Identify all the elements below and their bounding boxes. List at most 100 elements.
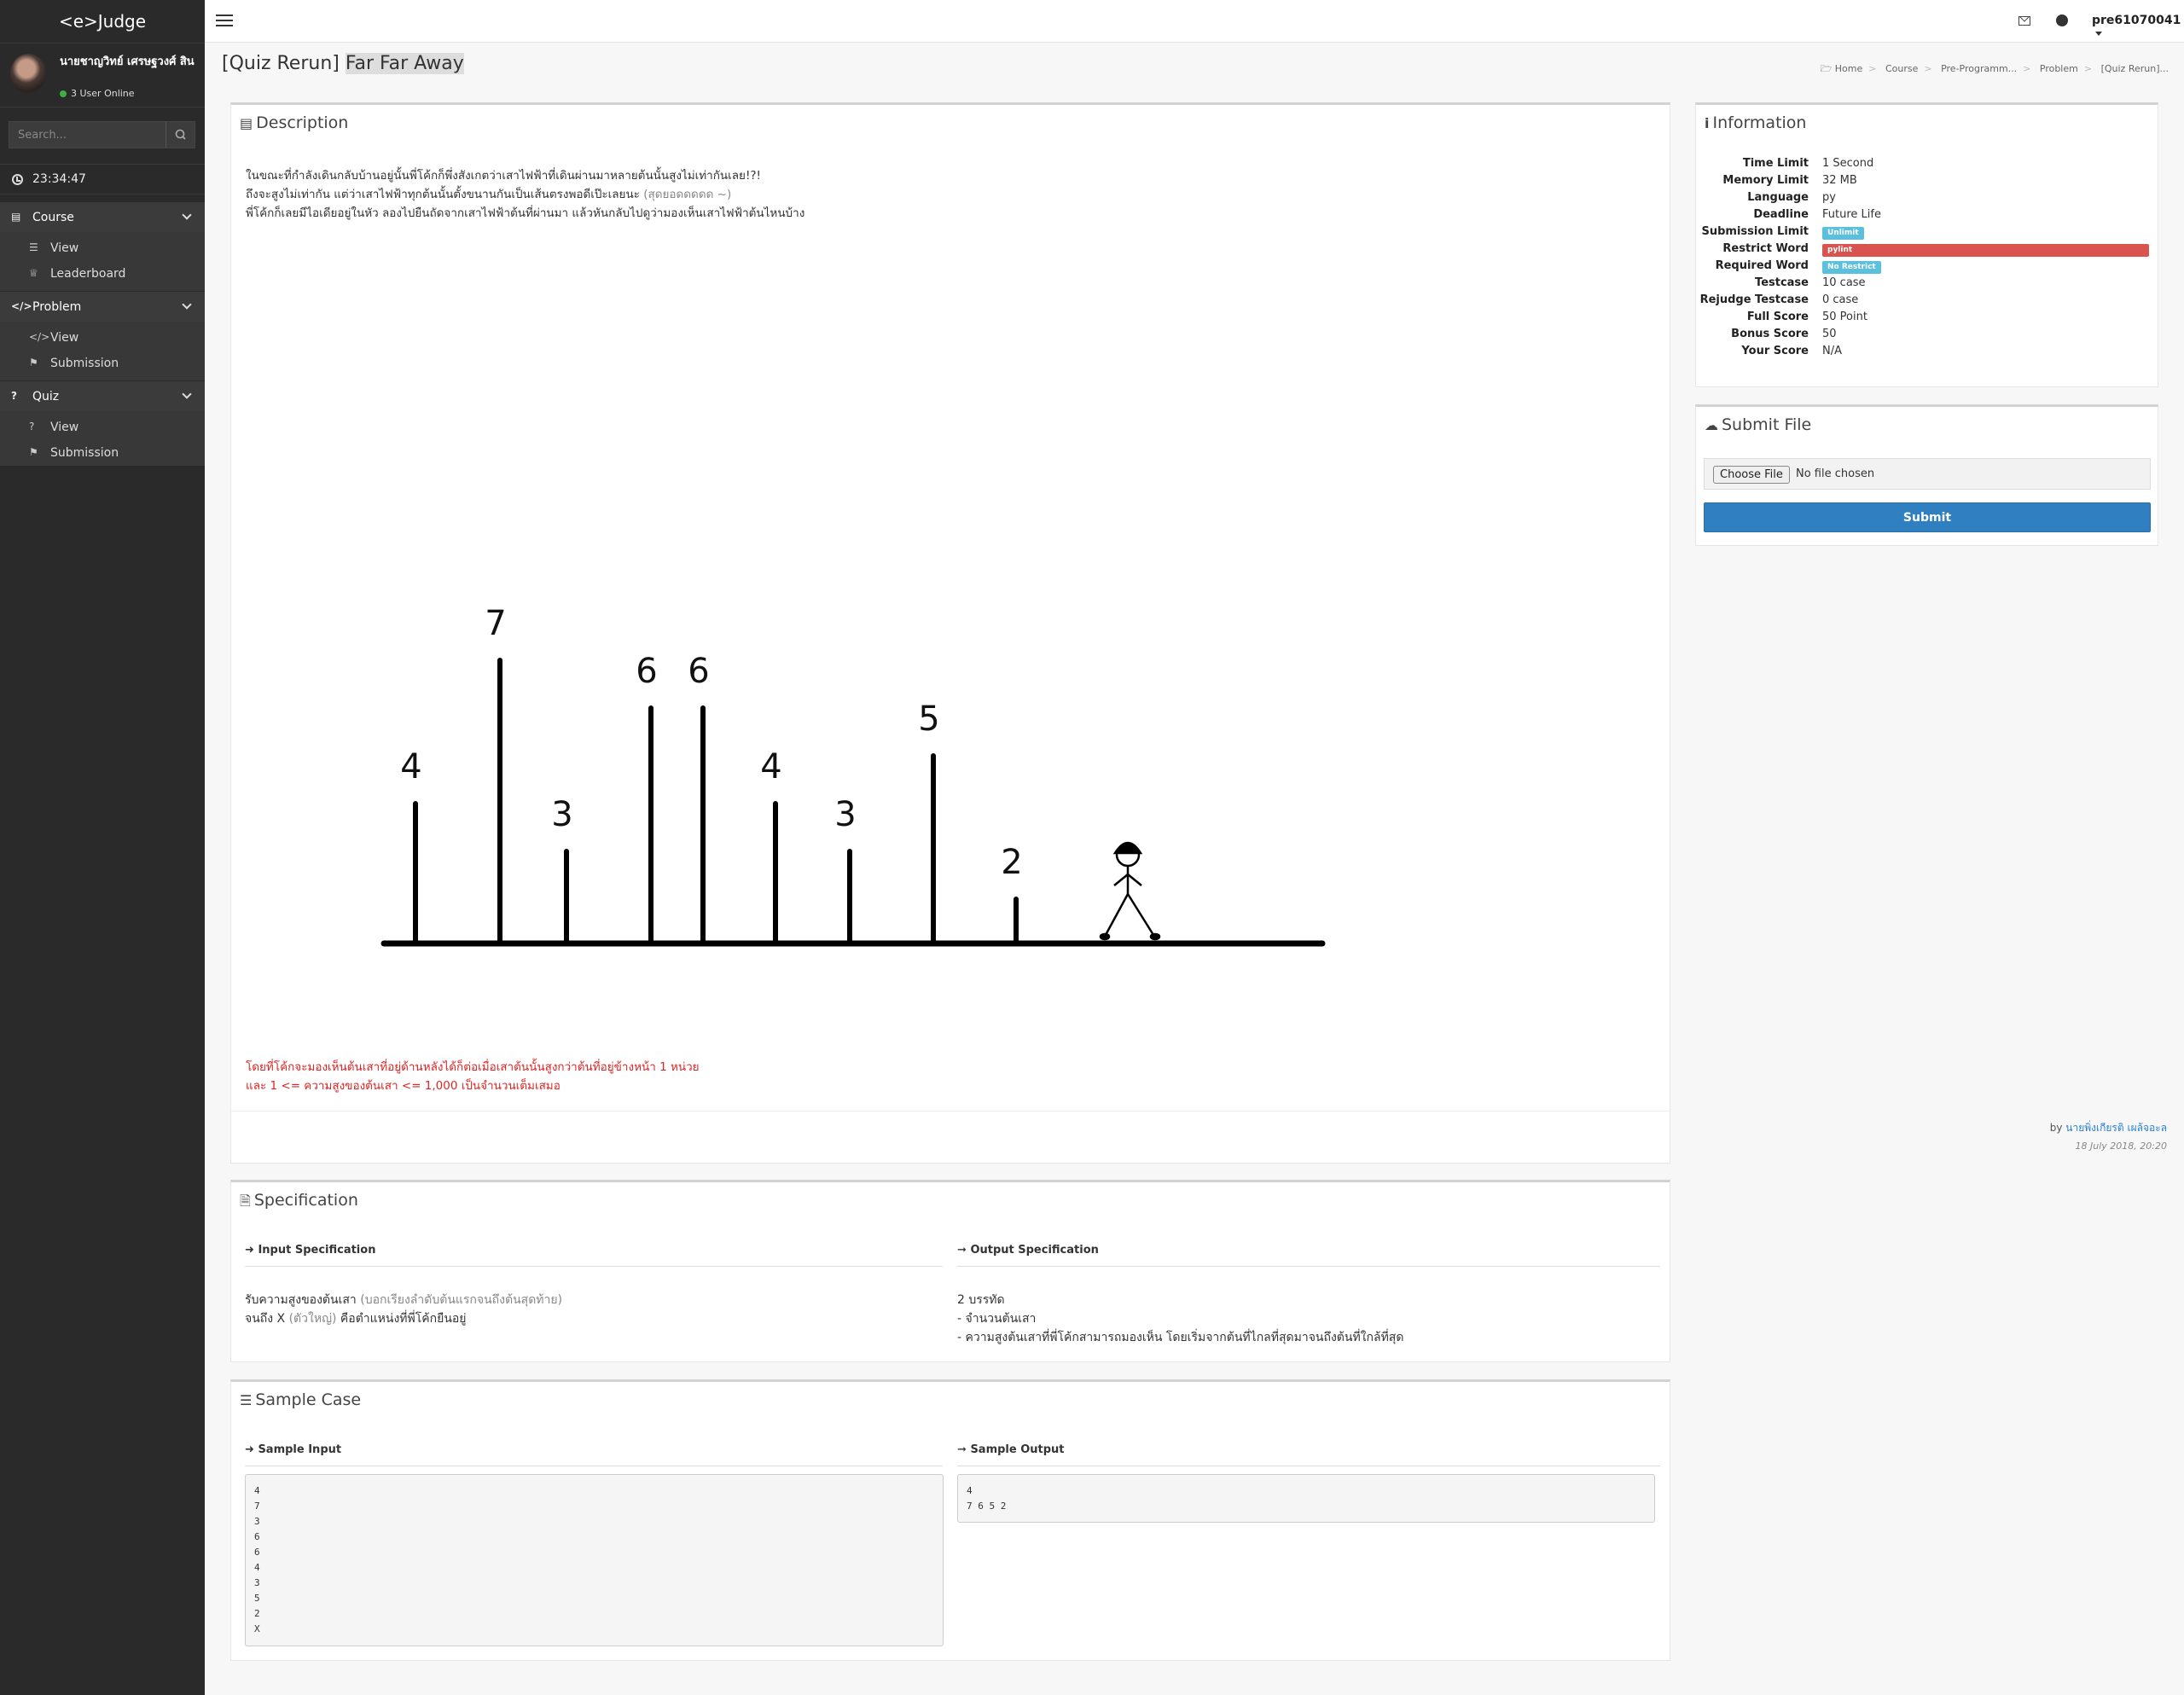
submit-button[interactable]: Submit (1704, 502, 2151, 532)
pole-height-label: 3 (551, 795, 572, 834)
specification-panel: 🗎 Specification (230, 1180, 1670, 1362)
breadcrumb-course-name[interactable]: Pre-Programm... (1941, 63, 2017, 74)
avatar (10, 54, 46, 93)
info-value: N/A (1822, 345, 1842, 357)
breadcrumb-problem[interactable]: Problem (2040, 63, 2078, 74)
sidebar-item-course-view[interactable]: ☰ View (0, 235, 205, 261)
search-button[interactable] (166, 122, 195, 148)
sample-case-title: ☰ Sample Case (240, 1390, 362, 1409)
output-spec-heading: ➞ Output Specification (957, 1244, 1099, 1257)
breadcrumb-current: [Quiz Rerun]... (2100, 63, 2169, 74)
file-input[interactable]: Choose File No file chosen (1704, 458, 2151, 490)
choose-file-button[interactable]: Choose File (1713, 466, 1790, 484)
pole-height-label: 6 (636, 652, 657, 691)
information-title: i Information (1705, 113, 1807, 132)
submit-file-title: ☁ Submit File (1705, 415, 1812, 434)
info-row: Testcase 10 case (1698, 276, 2158, 293)
sign-in-icon: ➜ (245, 1244, 254, 1257)
author-link[interactable]: นายพิ่งเกียรติ เผล้จอะล (2065, 1122, 2167, 1134)
constraint-line: โดยที่โค้กจะมองเห็นต้นเสาที่อยู่ด้านหลัง… (246, 1060, 700, 1074)
menu-toggle-icon[interactable] (216, 15, 233, 26)
sidebar-item-label: Submission (50, 357, 119, 370)
info-value: py (1822, 191, 1836, 204)
online-status: 3 User Online (60, 88, 135, 99)
sidebar-item-quiz[interactable]: ? Quiz (0, 380, 205, 411)
search-input[interactable] (9, 122, 166, 148)
breadcrumb-home[interactable]: Home (1835, 63, 1862, 74)
sign-out-icon: ➞ (957, 1244, 967, 1257)
sidebar-item-problem[interactable]: </> Problem (0, 291, 205, 322)
caret-down-icon (2095, 32, 2102, 36)
brand-logo[interactable]: <e>Judge (0, 0, 205, 43)
clock-icon (12, 174, 23, 185)
folder-icon: 🗁 (1820, 63, 1833, 74)
info-row: Time Limit 1 Second (1698, 157, 2158, 174)
info-row: Deadline Future Life (1698, 208, 2158, 225)
sidebar-item-label: Problem (32, 300, 82, 314)
sample-output-box[interactable]: 4 7 6 5 2 (957, 1474, 1655, 1523)
title-prefix: [Quiz Rerun] (222, 53, 340, 74)
breadcrumb: 🗁 Home > Course > Pre-Programm... > Problem… (1820, 63, 2169, 74)
description-constraints: โดยที่โค้กจะมองเห็นต้นเสาที่อยู่ด้านหลัง… (246, 1058, 700, 1095)
info-label: Submission Limit (1701, 225, 1809, 238)
sample-input-box[interactable]: 4 7 3 6 6 4 3 5 2 X (245, 1474, 944, 1646)
sidebar-item-quiz-submission[interactable]: ⚑ Submission (0, 440, 205, 466)
sidebar-item-problem-submission[interactable]: ⚑ Submission (0, 351, 205, 376)
info-row: Bonus Score 50 (1698, 328, 2158, 345)
description-line: ในขณะที่กำลังเดินกลับบ้านอยู่นั้นพี่โค้ก… (246, 169, 761, 183)
info-row: Full Score 50 Point (1698, 311, 2158, 328)
input-spec-heading: ➜ Input Specification (245, 1244, 376, 1257)
sample-output-heading: ➞ Sample Output (957, 1443, 1065, 1456)
author-line: by นายพิ่งเกียรติ เผล้จอะล (2049, 1122, 2167, 1134)
divider (231, 1111, 1670, 1112)
flag-icon: ⚑ (29, 446, 38, 458)
info-row: Your Score N/A (1698, 345, 2158, 362)
sidebar-item-leaderboard[interactable]: ♕ Leaderboard (0, 261, 205, 287)
input-spec-text: รับความสูงของต้นเสา (บอกเรียงลำดับต้นแรก… (245, 1293, 563, 1326)
list-ol-icon: ☰ (240, 1392, 253, 1408)
info-row: Restrict Word pylint (1698, 242, 2158, 259)
sidebar-item-course[interactable]: ▤ Course (0, 201, 205, 232)
sidebar-item-label: View (50, 241, 79, 255)
info-badge: Unlimit (1822, 227, 1864, 240)
pole-height-label: 7 (485, 604, 506, 643)
sidebar-item-label: Course (32, 211, 74, 224)
file-text-icon: 🗎 (240, 1193, 251, 1209)
info-badge: pylint (1822, 244, 2149, 257)
info-label: Your Score (1741, 345, 1809, 357)
globe-icon[interactable] (2056, 15, 2068, 26)
chevron-down-icon (182, 389, 192, 399)
sidebar-item-problem-view[interactable]: </> View (0, 325, 205, 351)
author-date: 18 July 2018, 20:20 (2075, 1141, 2167, 1152)
description-text: ในขณะที่กำลังเดินกลับบ้านอยู่นั้นพี่โค้ก… (246, 166, 1611, 223)
info-value: 50 (1822, 328, 1837, 340)
online-dot-icon (60, 90, 67, 97)
breadcrumb-course[interactable]: Course (1885, 63, 1918, 74)
envelope-icon[interactable] (2018, 16, 2030, 26)
sign-out-icon: ➞ (957, 1443, 967, 1456)
pole-height-label: 4 (760, 747, 781, 787)
profile-name: นายชาญวิทย์ เศรษฐวงศ์ สิน (60, 55, 195, 68)
sidebar-item-quiz-view[interactable]: ? View (0, 415, 205, 440)
server-clock: 23:34:47 (0, 164, 205, 194)
chevron-down-icon (182, 210, 192, 220)
flag-icon: ⚑ (29, 357, 38, 369)
sidebar-item-label: View (50, 421, 79, 434)
pole-height-label: 4 (400, 747, 421, 787)
file-status: No file chosen (1796, 467, 1875, 480)
title-main: Far Far Away (345, 53, 464, 74)
page-title: [Quiz Rerun] Far Far Away (222, 53, 464, 74)
sidebar-item-label: Leaderboard (50, 267, 126, 281)
search-icon (175, 129, 186, 140)
description-line: ถึงจะสูงไม่เท่ากัน แต่ว่าเสาไฟฟ้าทุกต้นน… (246, 188, 732, 201)
online-count: 3 User Online (71, 88, 135, 99)
user-dropdown[interactable]: pre61070041 (2092, 14, 2184, 41)
info-label: Deadline (1753, 208, 1809, 221)
book-icon: ▤ (11, 211, 21, 223)
question-icon: ? (29, 421, 35, 432)
info-row: Memory Limit 32 MB (1698, 174, 2158, 191)
list-alt-icon: ▤ (240, 115, 253, 131)
constraint-line: และ 1 <= ความสูงของต้นเสา <= 1,000 เป็นจ… (246, 1079, 561, 1093)
chevron-down-icon (182, 299, 192, 310)
info-row: Language py (1698, 191, 2158, 208)
